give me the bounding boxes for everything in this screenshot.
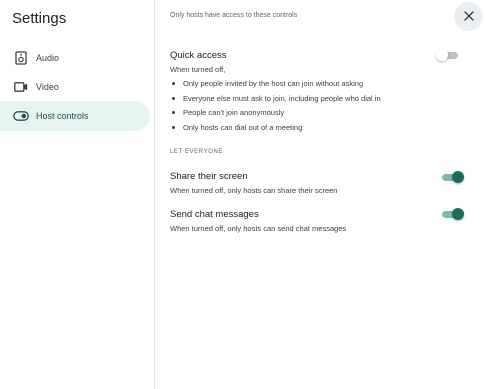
- share-screen-description: When turned off, only hosts can share th…: [170, 186, 338, 195]
- settings-sidebar: Settings Audio Video Host controls: [0, 0, 155, 389]
- host-controls-panel: Only hosts have access to these controls…: [156, 0, 487, 389]
- sidebar-item-video[interactable]: Video: [0, 72, 150, 102]
- sidebar-item-label: Video: [36, 82, 59, 92]
- chat-title: Send chat messages: [170, 209, 259, 220]
- list-item: People can't join anonymously: [170, 108, 284, 117]
- speaker-icon: [11, 48, 31, 68]
- video-camera-icon: [11, 77, 31, 97]
- sidebar-item-label: Host controls: [36, 111, 89, 121]
- sidebar-item-audio[interactable]: Audio: [0, 43, 150, 73]
- quick-access-description: When turned off,: [170, 65, 226, 74]
- share-screen-toggle[interactable]: [440, 171, 464, 183]
- toggle-icon: [11, 106, 31, 126]
- sidebar-item-host-controls[interactable]: Host controls: [0, 101, 150, 131]
- list-item: Only people invited by the host can join…: [170, 79, 363, 88]
- quick-access-toggle[interactable]: [436, 49, 460, 61]
- close-icon: [463, 8, 474, 26]
- let-everyone-label: LET EVERYONE: [170, 149, 223, 155]
- host-only-notice: Only hosts have access to these controls: [170, 12, 298, 19]
- chat-description: When turned off, only hosts can send cha…: [170, 224, 347, 233]
- list-item: Only hosts can dial out of a meeting: [170, 123, 302, 132]
- list-item: Everyone else must ask to join, includin…: [170, 94, 381, 103]
- quick-access-title: Quick access: [170, 50, 227, 61]
- close-button[interactable]: [454, 2, 483, 31]
- sidebar-item-label: Audio: [36, 53, 60, 63]
- share-screen-title: Share their screen: [170, 171, 248, 182]
- chat-toggle[interactable]: [440, 208, 464, 220]
- settings-title: Settings: [12, 10, 67, 27]
